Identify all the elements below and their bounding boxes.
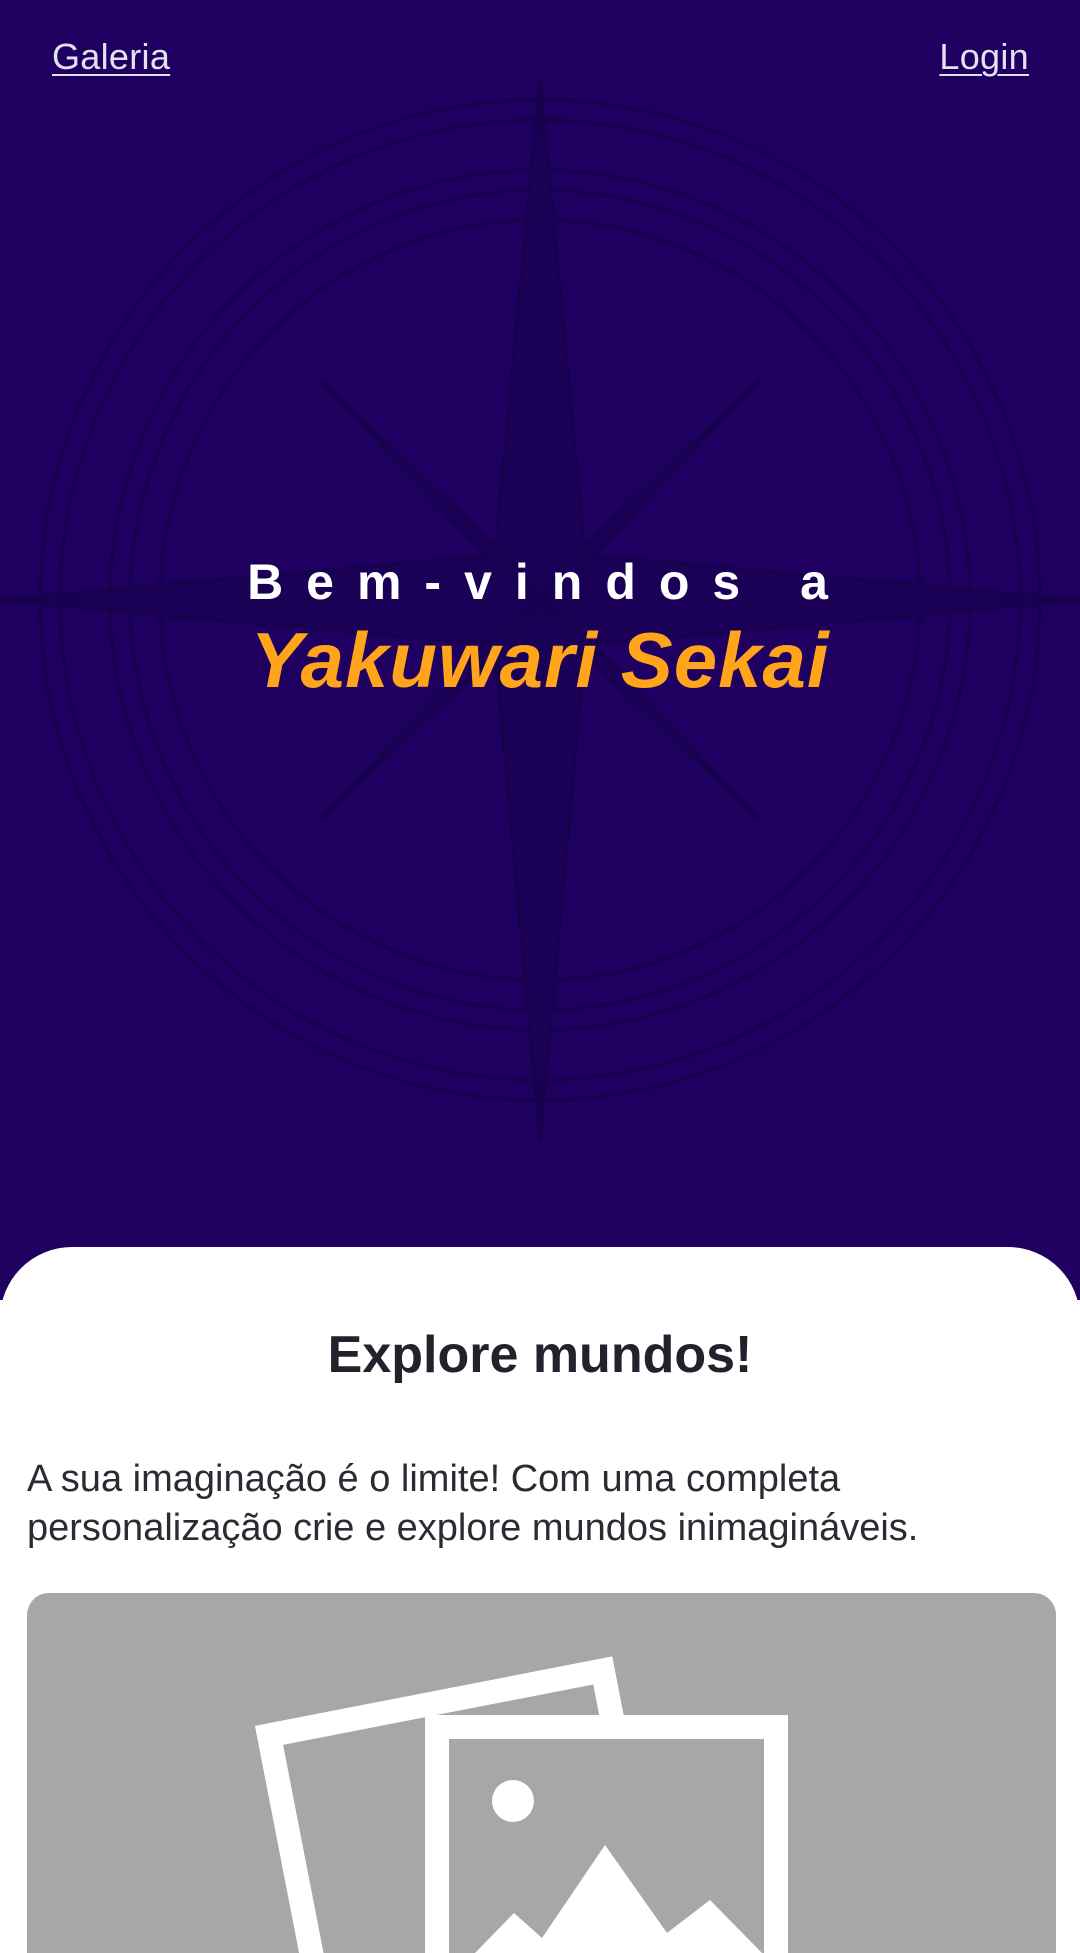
image-placeholder-icon: [254, 1656, 788, 1953]
content-card: Explore mundos! A sua imaginação é o lim…: [0, 1247, 1080, 1953]
galeria-link[interactable]: Galeria: [52, 36, 170, 78]
hero-banner: Galeria Login Bem-vindos a Yakuwari Seka…: [0, 0, 1080, 1300]
image-placeholder: [27, 1593, 1056, 1953]
section-description: A sua imaginação é o limite! Com uma com…: [27, 1458, 919, 1549]
section-title: Explore mundos!: [327, 1326, 753, 1384]
welcome-heading: Bem-vindos a: [247, 554, 851, 610]
login-link[interactable]: Login: [939, 36, 1029, 78]
brand-logo-text: Yakuwari Sekai: [250, 616, 830, 704]
